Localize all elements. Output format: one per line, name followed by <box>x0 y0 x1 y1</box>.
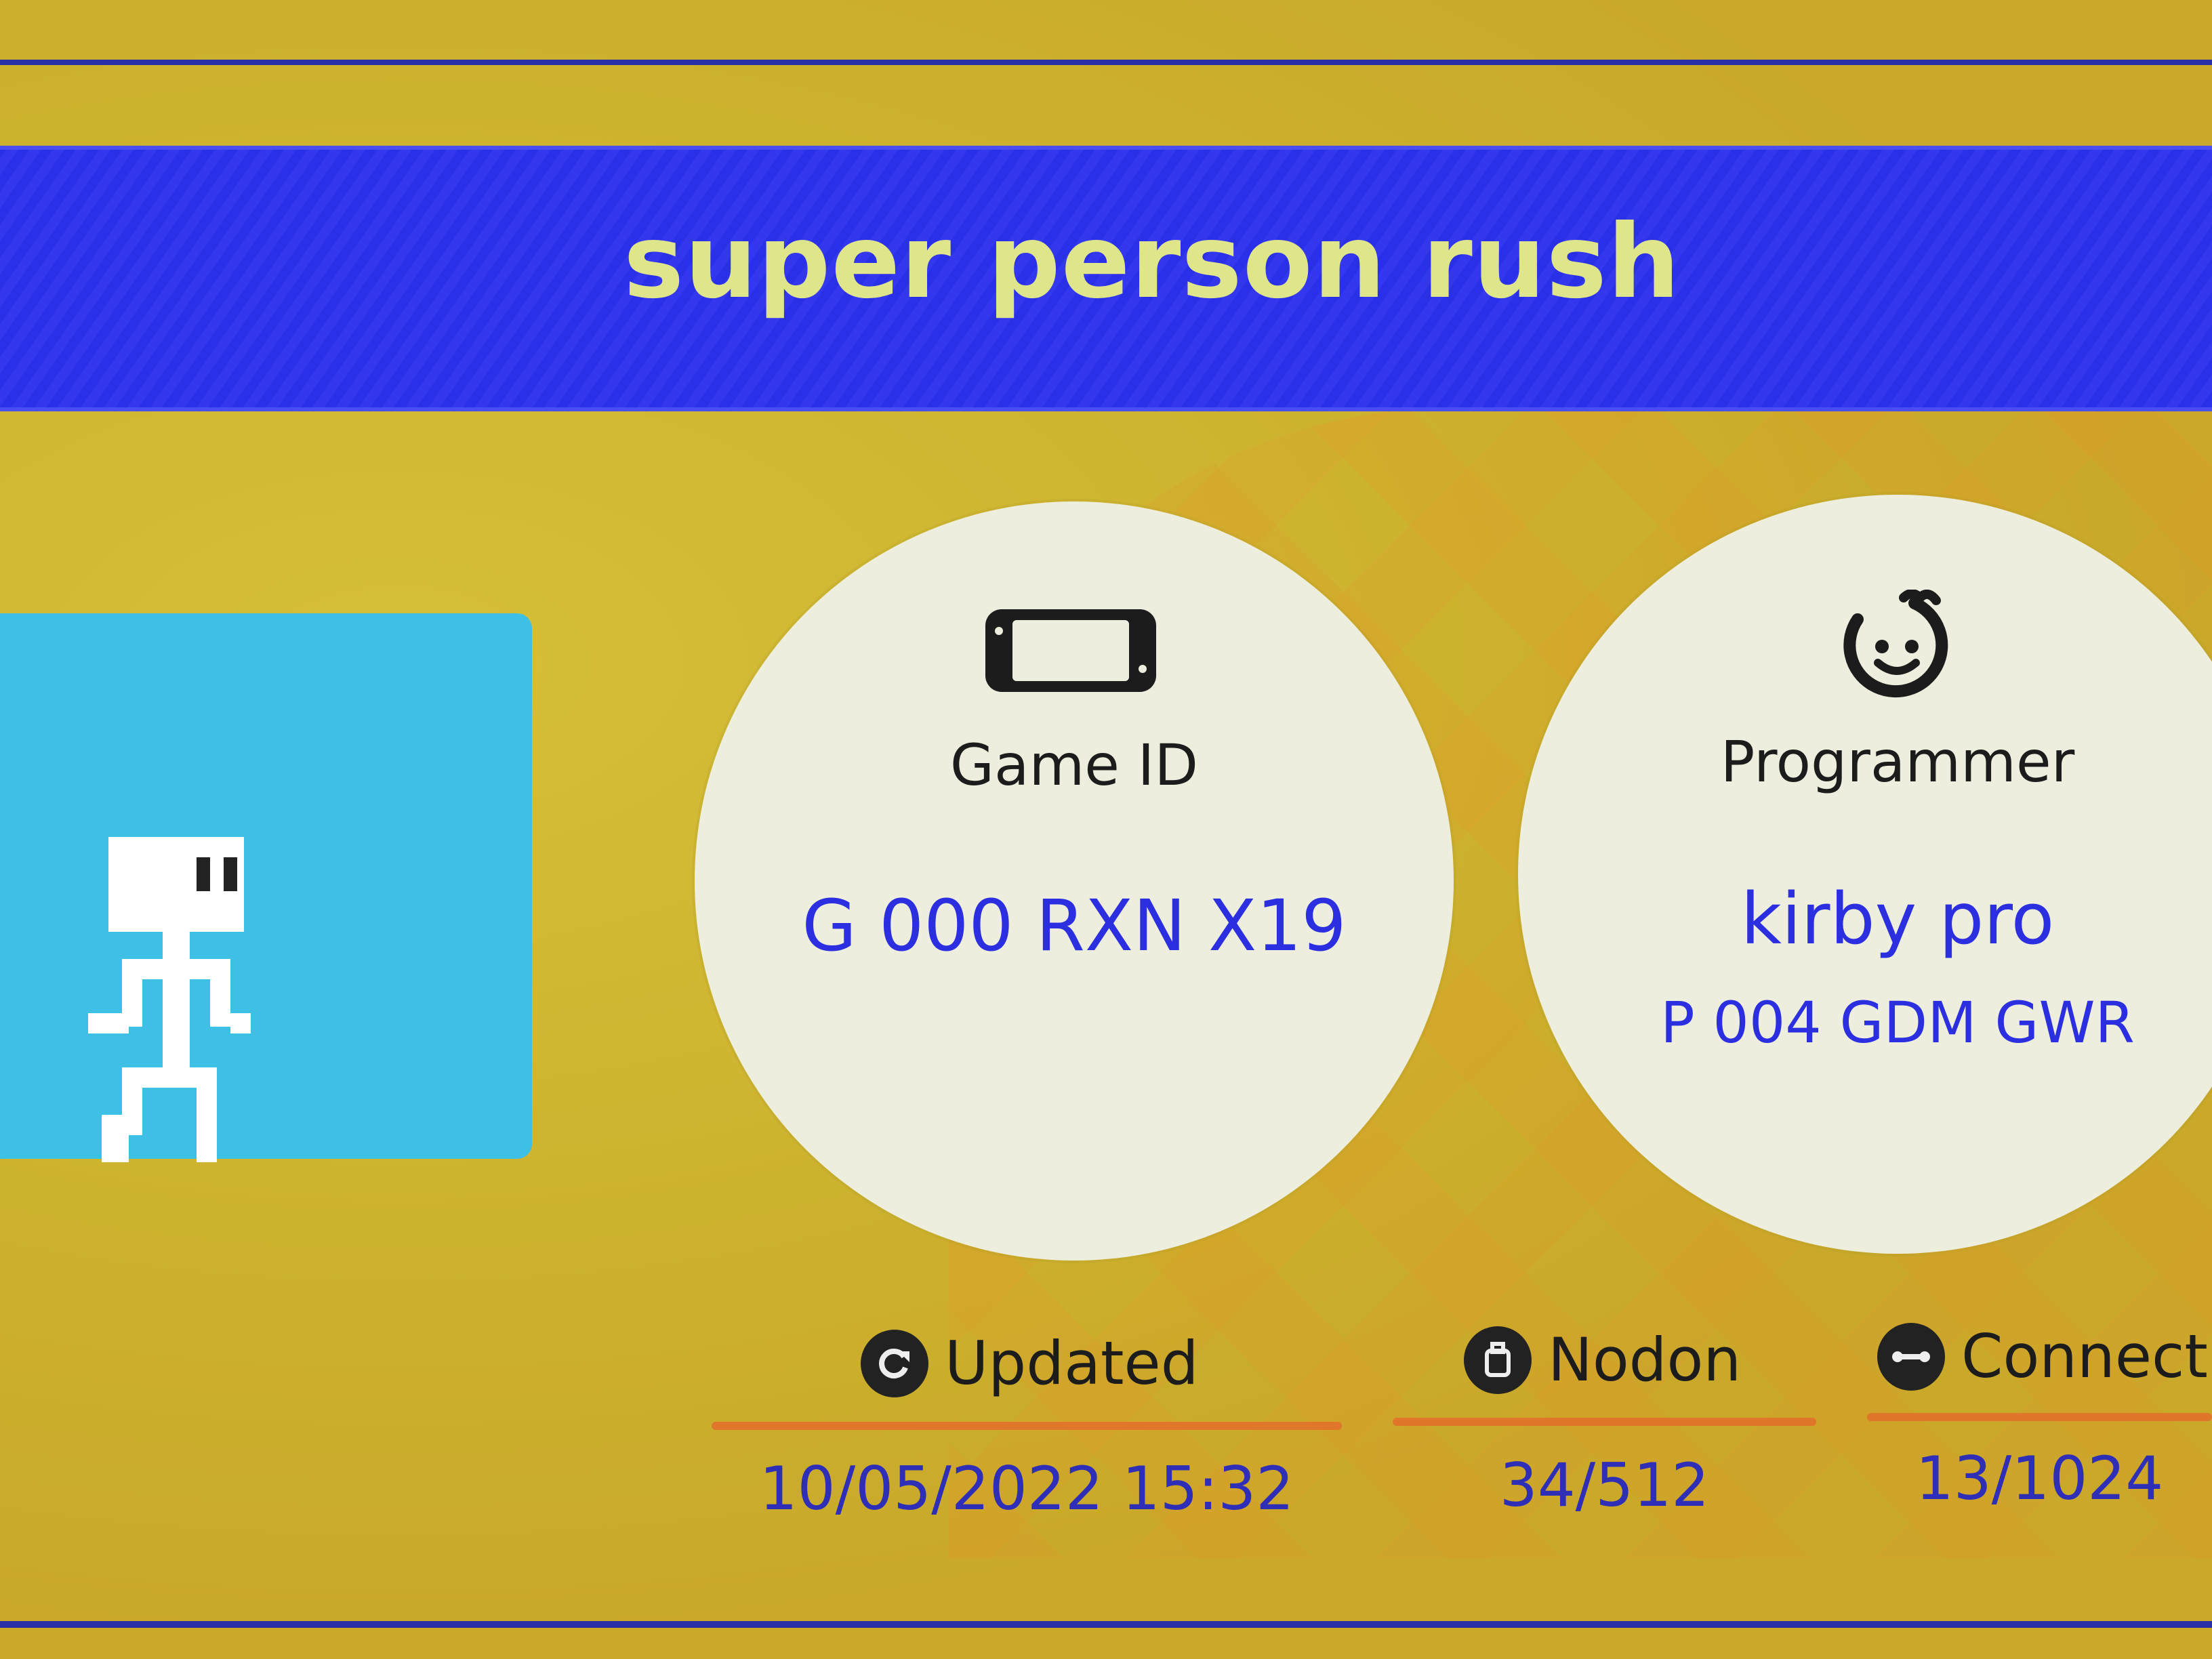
stat-nodon-underline <box>1393 1418 1816 1426</box>
top-border <box>0 60 2212 65</box>
stat-updated-label: Updated <box>945 1328 1199 1398</box>
game-info-screen: super person rush Game ID G 000 RXN X19 <box>0 0 2212 1659</box>
refresh-icon <box>861 1329 928 1397</box>
stat-connection-label: Connectio <box>1961 1322 2212 1391</box>
game-id-label: Game ID <box>949 732 1199 798</box>
stat-updated-value: 10/05/2022 15:32 <box>759 1454 1294 1523</box>
stat-connection: Connectio <box>1877 1322 2212 1391</box>
stat-updated: Updated <box>861 1328 1199 1398</box>
nodon-icon <box>1464 1326 1532 1394</box>
programmer-name[interactable]: kirby pro <box>1518 878 2212 960</box>
programmer-id: P 004 GDM GWR <box>1660 989 2135 1056</box>
game-title: super person rush <box>623 203 1681 321</box>
stat-nodon-value: 34/512 <box>1499 1450 1710 1520</box>
stat-connection-value: 13/1024 <box>1915 1443 2164 1513</box>
stat-updated-underline <box>712 1422 1342 1430</box>
game-thumbnail[interactable] <box>0 613 532 1159</box>
pixel-character-sprite <box>88 837 251 1162</box>
handheld-console-icon <box>985 609 1156 692</box>
smiley-face-icon <box>1843 590 1948 698</box>
game-id-value: G 000 RXN X19 <box>802 884 1347 967</box>
bottom-border <box>0 1621 2212 1628</box>
programmer-label: Programmer <box>1720 729 2075 795</box>
stat-nodon: Nodon <box>1464 1325 1741 1395</box>
stat-connection-underline <box>1867 1413 2212 1421</box>
stat-nodon-label: Nodon <box>1548 1325 1742 1395</box>
connection-icon <box>1877 1322 1945 1391</box>
